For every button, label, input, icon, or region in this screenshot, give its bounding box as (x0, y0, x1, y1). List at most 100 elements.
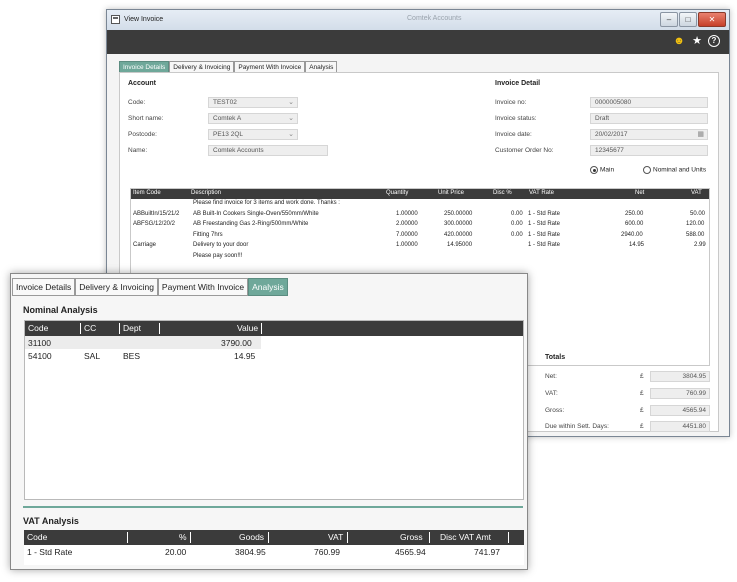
row-goods: 3804.95 (235, 547, 266, 557)
row-vat: 50.00 (690, 210, 706, 217)
row-code: Carriage (133, 242, 157, 248)
row-qty: 1.00000 (396, 242, 418, 248)
invoice-date-label: Invoice date: (495, 131, 532, 138)
invoice-no-field[interactable]: 0000005080 (590, 97, 708, 108)
row-price: 300.00000 (444, 221, 473, 227)
row-net: 250.00 (625, 210, 644, 217)
col-unit-price: Unit Price (438, 190, 465, 196)
help-icon[interactable]: ? (708, 35, 720, 47)
radio-main[interactable]: Main (590, 166, 614, 174)
row-vat: 120.00 (686, 221, 705, 227)
table-row[interactable]: 31100 3790.00 (25, 336, 261, 349)
net-total-field: 3804.95 (650, 371, 710, 382)
smiley-icon[interactable]: ☻ (673, 35, 685, 47)
invoice-status-label: Invoice status: (495, 115, 537, 122)
star-icon[interactable]: ★ (691, 35, 703, 47)
minimize-button[interactable]: – (660, 12, 678, 27)
postcode-label: Postcode: (128, 131, 157, 138)
col-separator (429, 532, 430, 543)
row-cc: SAL (84, 351, 101, 361)
row-vat: 2.99 (694, 242, 706, 248)
name-label: Name: (128, 147, 148, 154)
invoice-date-value: 20/02/2017 (595, 131, 628, 138)
row-net: 600.00 (625, 221, 644, 227)
row-desc: AB Built-In Cookers Single-Oven/550mm/Wh… (193, 210, 319, 217)
col-cc: CC (84, 323, 97, 333)
radio-nominal-units[interactable]: Nominal and Units (643, 166, 706, 174)
chevron-down-icon[interactable]: ⌄ (288, 98, 294, 107)
code-field[interactable]: TEST02 ⌄ (208, 97, 298, 108)
chevron-down-icon[interactable]: ⌄ (288, 130, 294, 139)
col-separator (127, 532, 128, 543)
vat-label: VAT: (545, 390, 558, 397)
due-currency: £ (640, 423, 644, 430)
table-row[interactable]: ABBuiltIn/15/21/2 AB Built-In Cookers Si… (131, 210, 709, 221)
row-price: 250.00000 (444, 210, 473, 217)
postcode-field[interactable]: PE13 2QL ⌄ (208, 129, 298, 140)
table-row[interactable]: Fitting 7hrs 7.00000 420.00000 0.00 1 - … (131, 231, 709, 242)
invoice-detail-heading: Invoice Detail (495, 80, 541, 87)
vat-analysis-table: Code % Goods VAT Gross Disc VAT Amt 1 - … (24, 530, 524, 565)
table-row[interactable]: Please pay soon!!! (131, 252, 709, 263)
table-row[interactable]: 1 - Std Rate 20.00 3804.95 760.99 4565.9… (24, 545, 524, 558)
chevron-down-icon[interactable]: ⌄ (288, 114, 294, 123)
close-button[interactable]: ✕ (698, 12, 726, 27)
tab-invoice-details[interactable]: Invoice Details (12, 278, 76, 296)
totals-heading: Totals (545, 354, 566, 361)
col-separator (190, 532, 191, 543)
short-name-field[interactable]: Comtek A ⌄ (208, 113, 298, 124)
col-separator (80, 323, 81, 334)
tab-payment-with-invoice[interactable]: Payment With Invoice (157, 278, 249, 296)
col-disc-vat-amt: Disc VAT Amt (440, 532, 492, 542)
row-desc: Please pay soon!!! (193, 252, 243, 259)
col-code: Code (28, 323, 49, 333)
app-icon (111, 15, 120, 24)
row-net: 2940.00 (621, 231, 643, 238)
title-bar: View Invoice Comtek Accounts – □ ✕ (107, 10, 729, 30)
row-desc: Delivery to your door (193, 242, 249, 248)
invoice-status-field[interactable]: Draft (590, 113, 708, 124)
code-value: TEST02 (213, 99, 237, 106)
row-percent: 20.00 (165, 547, 187, 557)
row-qty: 2.00000 (396, 221, 418, 227)
maximize-button[interactable]: □ (679, 12, 697, 27)
row-code: 31100 (28, 338, 52, 348)
table-row[interactable]: Carriage Delivery to your door 1.00000 1… (131, 241, 709, 252)
radio-dot-main (590, 166, 598, 174)
customer-order-field[interactable]: 12345677 (590, 145, 708, 156)
vat-currency: £ (640, 390, 644, 397)
col-gross: Gross (400, 532, 423, 542)
tab-delivery-invoicing[interactable]: Delivery & Invoicing (75, 278, 158, 296)
calendar-icon[interactable]: ▦ (697, 130, 704, 139)
col-description: Description (191, 190, 222, 196)
section-divider (23, 506, 523, 508)
col-vat-rate: VAT Rate (529, 190, 555, 196)
col-disc: Disc % (493, 190, 512, 196)
analysis-panel-window: Invoice Details Delivery & Invoicing Pay… (10, 273, 528, 570)
net-label: Net: (545, 373, 557, 380)
table-row[interactable]: 54100 SAL BES 14.95 (25, 349, 261, 362)
due-total-field: 4451.80 (650, 421, 710, 432)
grid-header: Item Code Description Quantity Unit Pric… (131, 189, 709, 199)
col-separator (119, 323, 120, 334)
table-row[interactable]: Please find invoice for 3 items and work… (131, 199, 709, 210)
row-price: 14.95000 (447, 242, 473, 248)
name-field[interactable]: Comtek Accounts (208, 145, 328, 156)
row-value: 3790.00 (221, 338, 252, 348)
col-separator (268, 532, 269, 543)
short-name-value: Comtek A (213, 115, 242, 122)
row-vat: 760.99 (314, 547, 340, 557)
row-disc: 0.00 (511, 210, 523, 217)
row-qty: 1.00000 (396, 210, 418, 217)
toolbar: ☻ ★ ? (107, 30, 729, 54)
row-vat-rate: 1 - Std Rate (528, 231, 561, 238)
row-net: 14.95 (629, 242, 645, 248)
table-row[interactable]: ABFSG/12/20/2 AB Freestanding Gas 2-Ring… (131, 220, 709, 231)
row-gross: 4565.94 (395, 547, 426, 557)
row-price: 420.00000 (444, 231, 473, 238)
due-label: Due within Sett. Days: (545, 423, 609, 430)
col-separator (508, 532, 509, 543)
tab-analysis[interactable]: Analysis (248, 278, 288, 296)
row-code: ABFSG/12/20/2 (133, 221, 176, 227)
invoice-date-field[interactable]: 20/02/2017 ▦ (590, 129, 708, 140)
